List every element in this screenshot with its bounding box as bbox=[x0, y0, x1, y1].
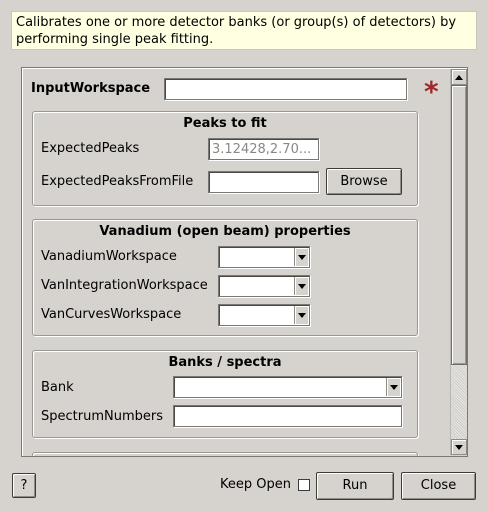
chevron-down-icon[interactable] bbox=[294, 306, 308, 324]
scroll-up-arrow-icon[interactable] bbox=[451, 69, 467, 85]
van-integration-workspace-label: VanIntegrationWorkspace bbox=[41, 278, 208, 293]
input-workspace-label: InputWorkspace bbox=[31, 81, 151, 96]
next-group-partial bbox=[32, 452, 418, 456]
vanadium-title: Vanadium (open beam) properties bbox=[99, 224, 351, 239]
peaks-to-fit-title: Peaks to fit bbox=[183, 116, 267, 131]
keep-open-label: Keep Open bbox=[220, 477, 291, 492]
close-button[interactable]: Close bbox=[401, 472, 476, 500]
expected-peaks-label: ExpectedPeaks bbox=[41, 141, 140, 156]
expected-peaks-field[interactable]: 3.12428,2.70... bbox=[208, 138, 319, 160]
chevron-down-icon[interactable] bbox=[294, 248, 308, 266]
algorithm-description: Calibrates one or more detector banks (o… bbox=[11, 11, 477, 50]
run-button[interactable]: Run bbox=[316, 472, 394, 500]
scrollbar-thumb[interactable] bbox=[451, 85, 467, 365]
banks-spectra-title: Banks / spectra bbox=[168, 355, 282, 370]
keep-open-checkbox[interactable] bbox=[298, 479, 310, 491]
van-curves-workspace-label: VanCurvesWorkspace bbox=[41, 307, 182, 322]
chevron-down-icon[interactable] bbox=[294, 277, 308, 295]
spectrum-numbers-field[interactable] bbox=[173, 405, 402, 427]
chevron-down-icon[interactable] bbox=[386, 378, 400, 396]
peaks-to-fit-group: Peaks to fit ExpectedPeaks 3.12428,2.70.… bbox=[32, 111, 418, 206]
vanadium-group: Vanadium (open beam) properties Vanadium… bbox=[32, 219, 418, 336]
van-integration-workspace-combo[interactable] bbox=[218, 275, 310, 297]
browse-button[interactable]: Browse bbox=[326, 168, 402, 195]
required-star-icon: * bbox=[424, 75, 439, 108]
properties-panel: InputWorkspace Peaks to fit ExpectedPeak… bbox=[22, 68, 449, 456]
bank-label: Bank bbox=[41, 380, 74, 395]
expected-peaks-file-field[interactable] bbox=[208, 171, 319, 193]
bank-combo[interactable] bbox=[173, 376, 402, 398]
van-curves-workspace-combo[interactable] bbox=[218, 304, 310, 326]
input-workspace-field[interactable] bbox=[164, 78, 407, 100]
vertical-scrollbar[interactable] bbox=[450, 69, 467, 455]
scrollbar-track[interactable] bbox=[451, 365, 467, 439]
properties-scroll-area: InputWorkspace Peaks to fit ExpectedPeak… bbox=[21, 67, 468, 457]
expected-peaks-file-label: ExpectedPeaksFromFile bbox=[41, 174, 194, 189]
scroll-down-arrow-icon[interactable] bbox=[451, 439, 467, 455]
help-button[interactable]: ? bbox=[12, 473, 36, 498]
spectrum-numbers-label: SpectrumNumbers bbox=[41, 409, 163, 424]
banks-spectra-group: Banks / spectra Bank SpectrumNumbers bbox=[32, 350, 418, 438]
vanadium-workspace-label: VanadiumWorkspace bbox=[41, 249, 177, 264]
vanadium-workspace-combo[interactable] bbox=[218, 246, 310, 268]
